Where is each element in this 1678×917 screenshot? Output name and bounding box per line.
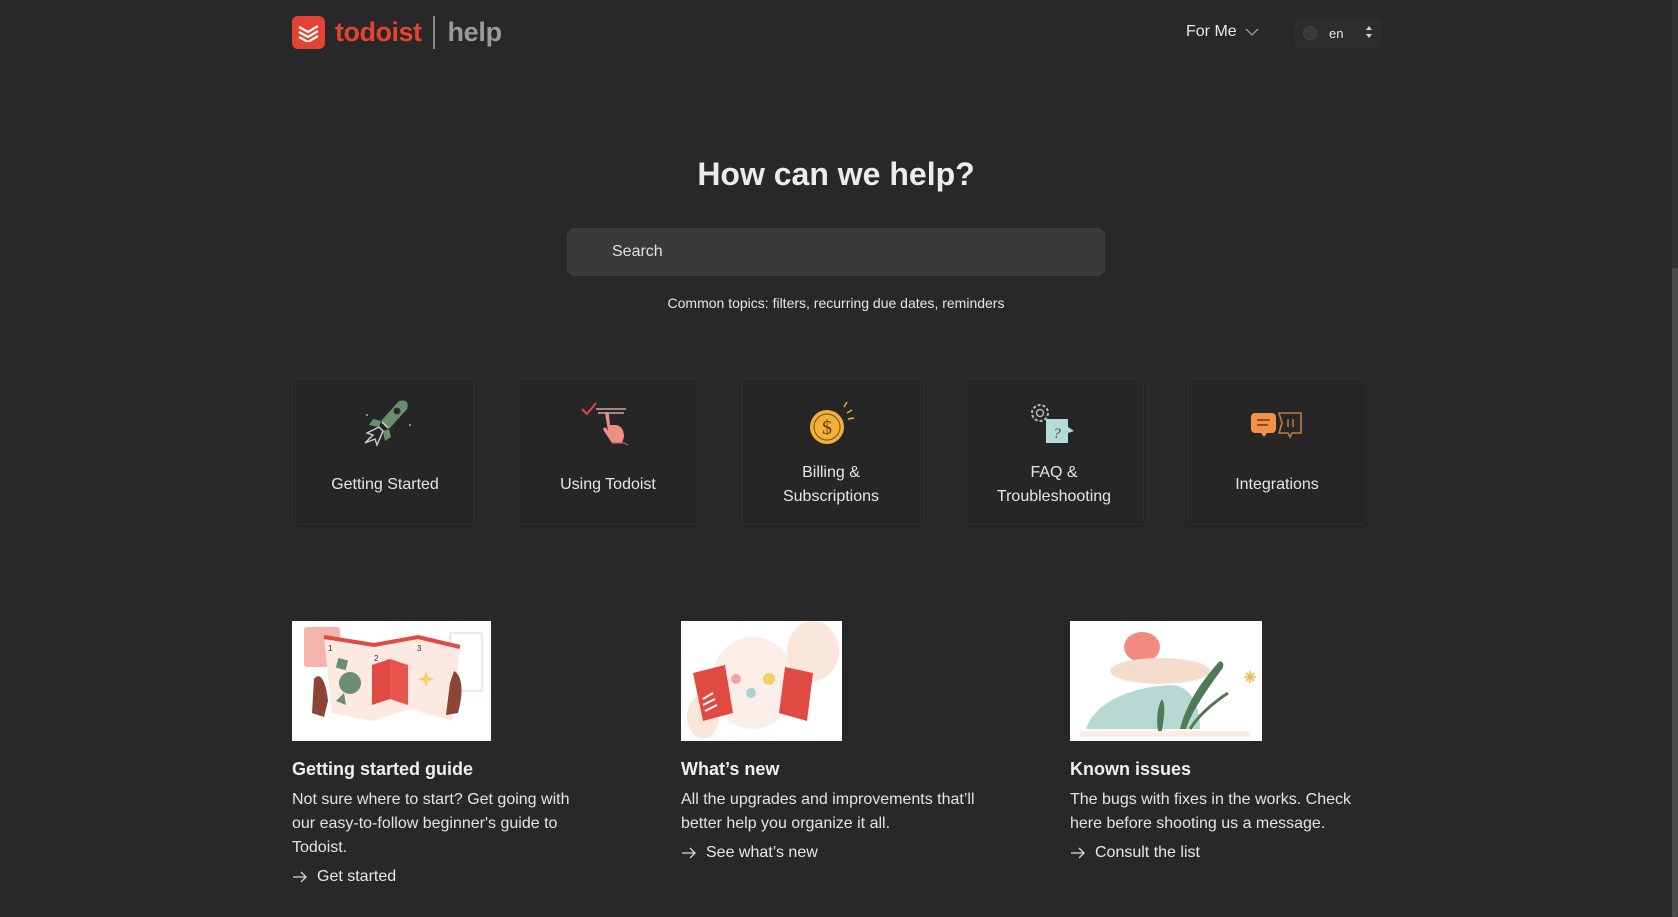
category-card-integrations[interactable]: Integrations — [1187, 378, 1367, 525]
category-label: Using Todoist — [560, 476, 656, 493]
svg-text:$: $ — [822, 417, 832, 439]
category-grid: Getting Started Using Todoist $ Billing … — [295, 378, 1367, 525]
integrations-icon — [1251, 412, 1302, 439]
feature-card-known-issues: Known issues The bugs with fixes in the … — [1070, 621, 1459, 886]
category-label: Billing & Subscriptions — [782, 464, 880, 505]
todoist-logo-icon — [292, 15, 325, 49]
svg-text:1: 1 — [328, 644, 333, 653]
see-whats-new-link[interactable]: See what’s new — [681, 844, 1070, 862]
dollar-coin-icon: $ — [810, 401, 855, 444]
select-arrows-icon — [1366, 26, 1372, 38]
fold-out-guide-illustration[interactable]: 1 2 3 — [292, 621, 491, 741]
category-label: Integrations — [1235, 476, 1319, 493]
svg-text:3: 3 — [417, 644, 422, 653]
feature-cards: 1 2 3 Getting started guide Not sure whe… — [292, 621, 1459, 886]
todoist-help-logo[interactable]: todoist help — [292, 14, 502, 50]
get-started-link[interactable]: Get started — [292, 868, 681, 886]
category-card-using-todoist[interactable]: Using Todoist — [518, 378, 698, 525]
category-card-faq-troubleshooting[interactable]: ? FAQ & Troubleshooting — [964, 378, 1144, 525]
checklist-hand-icon — [581, 402, 629, 446]
chevron-down-icon — [1245, 28, 1259, 36]
site-header: todoist help For Me en — [292, 14, 1381, 50]
logo-divider — [433, 15, 436, 49]
feature-title: Known issues — [1070, 759, 1192, 779]
feature-title: Getting started guide — [292, 759, 474, 779]
gear-question-icon: ? — [1031, 404, 1074, 443]
category-card-billing-subscriptions[interactable]: $ Billing & Subscriptions — [741, 378, 921, 525]
common-topics: Common topics: filters, recurring due da… — [667, 295, 1005, 311]
consult-the-list-link[interactable]: Consult the list — [1070, 844, 1459, 862]
arrow-right-icon — [293, 871, 307, 883]
audience-menu-label: For Me — [1186, 23, 1237, 40]
scrollbar-thumb[interactable] — [1672, 268, 1678, 917]
gift-box-illustration[interactable] — [681, 621, 842, 741]
logo-wordmark: todoist — [335, 16, 422, 47]
arrow-right-icon — [1071, 847, 1085, 859]
topic-link-reminders[interactable]: reminders — [942, 295, 1004, 311]
category-label: Getting Started — [331, 476, 439, 493]
common-topics-label: Common topics: — [667, 295, 769, 311]
page-scrollbar[interactable] — [1672, 0, 1678, 917]
feature-description: Not sure where to start? Get going with … — [292, 791, 570, 856]
category-card-getting-started[interactable]: Getting Started — [295, 378, 475, 525]
page-title: How can we help? — [697, 156, 975, 192]
feature-description: The bugs with fixes in the works. Check … — [1070, 791, 1352, 832]
language-select[interactable]: en — [1295, 17, 1381, 49]
language-code: en — [1329, 25, 1344, 41]
logo-help-label: help — [447, 16, 502, 47]
arrow-right-icon — [682, 847, 696, 859]
feature-title: What’s new — [681, 759, 780, 779]
audience-menu-button[interactable]: For Me — [1186, 18, 1259, 46]
topic-link-recurring-due-dates[interactable]: recurring due dates — [814, 295, 935, 311]
category-label: FAQ & Troubleshooting — [996, 464, 1112, 505]
feature-description: All the upgrades and improvements that’l… — [681, 791, 975, 832]
globe-icon — [1303, 26, 1317, 40]
rocket-icon — [364, 400, 411, 447]
stacked-stones-illustration[interactable] — [1070, 621, 1262, 741]
svg-text:2: 2 — [374, 654, 379, 663]
search-input[interactable] — [567, 228, 1105, 276]
feature-card-whats-new: What’s new All the upgrades and improvem… — [681, 621, 1070, 886]
svg-text:?: ? — [1053, 426, 1061, 442]
feature-card-getting-started-guide: 1 2 3 Getting started guide Not sure whe… — [292, 621, 681, 886]
topic-link-filters[interactable]: filters — [773, 295, 806, 311]
